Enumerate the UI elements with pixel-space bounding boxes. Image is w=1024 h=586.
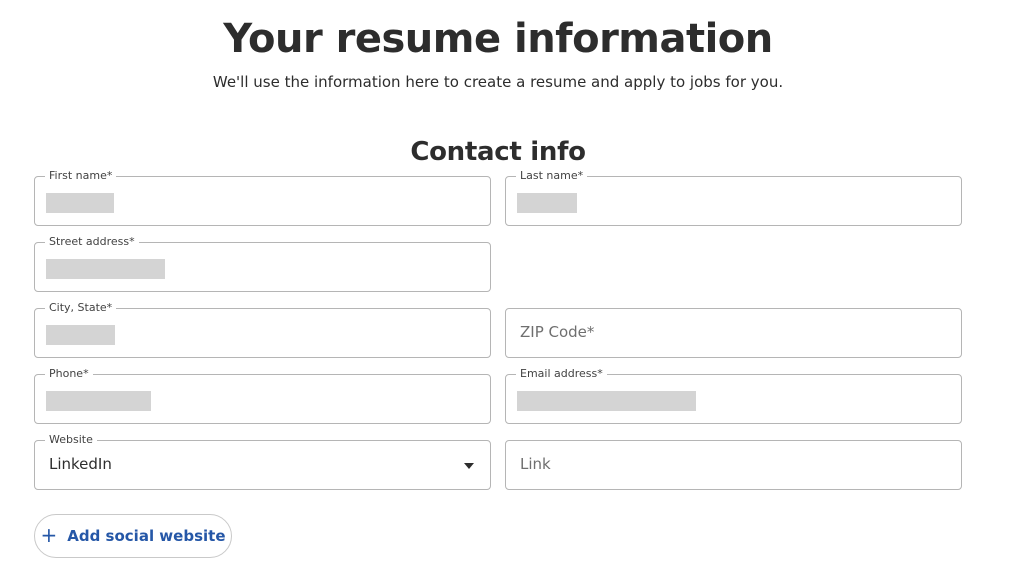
street-address-value-redacted: [46, 259, 165, 279]
link-field[interactable]: Link: [505, 440, 962, 490]
page-title: Your resume information: [223, 16, 773, 62]
website-select[interactable]: Website LinkedIn: [34, 433, 491, 490]
email-field[interactable]: Email address*: [505, 367, 962, 424]
city-state-label: City, State*: [45, 301, 117, 315]
phone-value-redacted: [46, 391, 151, 411]
phone-label: Phone*: [45, 367, 93, 381]
city-state-field[interactable]: City, State*: [34, 301, 491, 358]
caret-down-icon: [464, 463, 474, 469]
add-social-website-label: Add social website: [67, 527, 226, 545]
plus-icon: +: [40, 522, 58, 547]
zip-code-placeholder: ZIP Code*: [520, 323, 595, 341]
email-value-redacted: [517, 391, 696, 411]
zip-code-field[interactable]: ZIP Code*: [505, 308, 962, 358]
last-name-label: Last name*: [516, 169, 588, 183]
page-subtitle: We'll use the information here to create…: [212, 73, 784, 91]
first-name-field[interactable]: First name*: [34, 169, 491, 226]
street-address-field[interactable]: Street address*: [34, 235, 491, 292]
first-name-value-redacted: [46, 193, 114, 213]
link-placeholder: Link: [520, 455, 551, 473]
city-state-value-redacted: [46, 325, 115, 345]
section-title: Contact info: [410, 137, 586, 167]
street-address-label: Street address*: [45, 235, 139, 249]
website-selected-value: LinkedIn: [49, 455, 112, 473]
last-name-field[interactable]: Last name*: [505, 169, 962, 226]
email-label: Email address*: [516, 367, 607, 381]
phone-field[interactable]: Phone*: [34, 367, 491, 424]
first-name-label: First name*: [45, 169, 117, 183]
last-name-value-redacted: [517, 193, 577, 213]
add-social-website-button[interactable]: + Add social website: [34, 514, 232, 558]
website-label: Website: [45, 433, 97, 447]
